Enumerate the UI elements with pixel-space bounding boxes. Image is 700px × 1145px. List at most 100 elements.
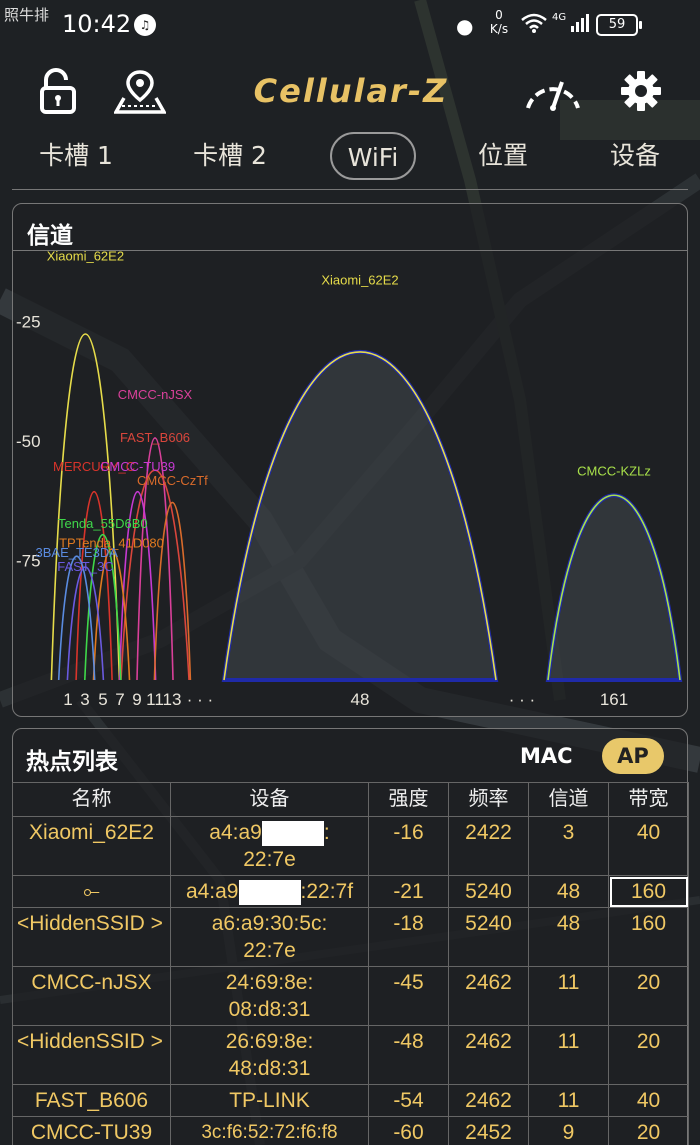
x-tick-label: 3: [80, 690, 89, 709]
cell-frequency: 2452: [448, 1116, 529, 1145]
table-row[interactable]: FAST_B606 TP-LINK -54 2462 11 40: [12, 1084, 689, 1117]
signal-curve-shadow: [545, 493, 683, 682]
cell-device: TP-LINK: [170, 1084, 369, 1117]
x-tick-label: 7: [115, 690, 124, 709]
battery-icon: 59: [596, 14, 642, 36]
cell-device: 24:69:8e: 08:d8:31: [170, 966, 369, 1026]
x-tick-label: · · ·: [187, 690, 213, 709]
cell-device-part: 22:7e: [243, 848, 296, 871]
cell-channel: 11: [528, 966, 609, 1026]
redaction-box: [238, 879, 301, 905]
cell-device: 26:69:8e: 48:d8:31: [170, 1025, 369, 1085]
table-row[interactable]: CMCC-TU39 3c:f6:52:72:f6:f8 -60 2452 9 2…: [12, 1116, 689, 1145]
tab-slot-2[interactable]: 卡槽 2: [184, 132, 276, 180]
cell-strength: -60: [368, 1116, 449, 1145]
column-header-name[interactable]: 名称: [12, 782, 171, 817]
series-label: Xiaomi_62E2: [47, 250, 124, 264]
cell-strength: -16: [368, 816, 449, 876]
y-tick-label: -50: [16, 432, 41, 451]
table-row[interactable]: <HiddenSSID > 26:69:8e: 48:d8:31 -48 2462…: [12, 1025, 689, 1085]
cell-bandwidth: 20: [608, 1025, 689, 1085]
redaction-box: [261, 820, 324, 846]
tab-location[interactable]: 位置: [468, 132, 538, 180]
x-tick-label: 11: [146, 690, 164, 709]
wifi-icon: [520, 12, 548, 39]
series-label: 3BAE_TE3DA: [36, 545, 119, 560]
tab-device[interactable]: 设备: [600, 132, 670, 180]
cell-bandwidth: 40: [608, 1084, 689, 1117]
cell-bandwidth: 20: [608, 1116, 689, 1145]
signal-curve-shadow: [221, 350, 499, 682]
cell-device-part: 24:69:8e:: [225, 971, 314, 994]
channel-chart: -25 -50 -75 Xiaomi_62E2 Xiaomi_62E2 CMCC-nJSX…: [12, 249, 688, 712]
series-label: CMCC-KZLz: [577, 464, 651, 479]
hotspot-table: 名称 设备 强度 频率 信道 带宽 Xiaomi_62E2 a4:a9:22:7…: [12, 782, 689, 1145]
network-type: 4G: [552, 12, 567, 23]
speedometer-icon[interactable]: [522, 68, 580, 116]
signal-icon: 4G: [552, 12, 593, 36]
x-tick-label: 161: [600, 690, 628, 709]
column-header-channel[interactable]: 信道: [528, 782, 609, 817]
cell-device-part: a6:a9:30:5c:: [211, 912, 328, 935]
status-bar: 照牛排 10:42 ♫ ● 0 K/s 4G 59: [0, 0, 700, 52]
x-tick-label: · · ·: [509, 690, 535, 709]
gear-icon[interactable]: [618, 68, 666, 116]
cell-device-part: 26:69:8e:: [225, 1030, 314, 1053]
cell-channel: 11: [528, 1025, 609, 1085]
network-speed-unit: K/s: [489, 22, 509, 36]
cell-device-part: 08:d8:31: [228, 998, 311, 1021]
battery-level: 59: [608, 17, 626, 32]
cell-name: CMCC-nJSX: [12, 966, 171, 1026]
column-header-device[interactable]: 设备: [170, 782, 369, 817]
cell-strength: -21: [368, 875, 449, 908]
sound-wave-icon: ♫: [134, 14, 156, 36]
column-header-strength[interactable]: 强度: [368, 782, 449, 817]
cell-device-part: :: [323, 821, 330, 844]
hotspot-list-title: 热点列表: [26, 749, 118, 775]
watermark-text: 照牛排: [4, 6, 50, 24]
tabs-divider: [12, 189, 688, 190]
ap-toggle-button[interactable]: AP: [602, 738, 664, 774]
table-row[interactable]: Xiaomi_62E2 a4:a9: 22:7e -16 2422 3 40: [12, 816, 689, 876]
unlock-icon[interactable]: [36, 68, 84, 116]
table-row[interactable]: <HiddenSSID > a6:a9:30:5c: 22:7e -18 5240…: [12, 907, 689, 967]
tab-slot-1[interactable]: 卡槽 1: [30, 132, 122, 180]
cell-device-part: :22:7f: [300, 880, 354, 903]
cell-device: 3c:f6:52:72:f6:f8: [170, 1116, 369, 1145]
tab-wifi[interactable]: WiFi: [330, 132, 416, 180]
status-time: 10:42: [62, 10, 132, 38]
cell-channel: 9: [528, 1116, 609, 1145]
cell-device-part: 48:d8:31: [228, 1057, 311, 1080]
cell-name: <HiddenSSID >: [12, 1025, 171, 1085]
x-tick-label: 48: [351, 690, 370, 709]
cell-device-part: 22:7e: [243, 939, 296, 962]
column-header-frequency[interactable]: 频率: [448, 782, 529, 817]
cell-device: a4:a9:22:7f: [170, 875, 369, 908]
cell-strength: -48: [368, 1025, 449, 1085]
map-location-icon[interactable]: [112, 68, 168, 116]
tab-bar: 卡槽 1 卡槽 2 WiFi 位置 设备: [0, 132, 700, 186]
cell-device-part: a4:a9: [209, 821, 262, 844]
cell-channel: 48: [528, 907, 609, 967]
cell-channel: 11: [528, 1084, 609, 1117]
x-tick-label: 5: [98, 690, 107, 709]
network-speed: 0 K/s: [484, 8, 514, 36]
cell-channel: 3: [528, 816, 609, 876]
table-header-row: 名称 设备 强度 频率 信道 带宽: [12, 782, 689, 817]
cell-name: Xiaomi_62E2: [12, 816, 171, 876]
cell-frequency: 2462: [448, 1084, 529, 1117]
cell-device: a4:a9: 22:7e: [170, 816, 369, 876]
cell-bandwidth: 160: [608, 875, 689, 908]
cell-bandwidth: 40: [608, 816, 689, 876]
cell-name: CMCC-TU39: [12, 1116, 171, 1145]
location-pin-icon: ●: [456, 14, 474, 38]
cell-device: a6:a9:30:5c: 22:7e: [170, 907, 369, 967]
column-header-bandwidth[interactable]: 带宽: [608, 782, 689, 817]
table-row[interactable]: ⟜ a4:a9:22:7f -21 5240 48 160: [12, 875, 689, 908]
series-label: FAST_3C: [57, 559, 113, 574]
app-logo: Cellular-Z: [253, 72, 449, 110]
cell-frequency: 5240: [448, 875, 529, 908]
table-row[interactable]: CMCC-nJSX 24:69:8e: 08:d8:31 -45 2462 11 …: [12, 966, 689, 1026]
channel-chart-svg: -25-50-75Xiaomi_62E2Xiaomi_62E2CMCC-nJSX…: [16, 249, 683, 709]
mac-toggle-button[interactable]: MAC: [520, 738, 573, 774]
